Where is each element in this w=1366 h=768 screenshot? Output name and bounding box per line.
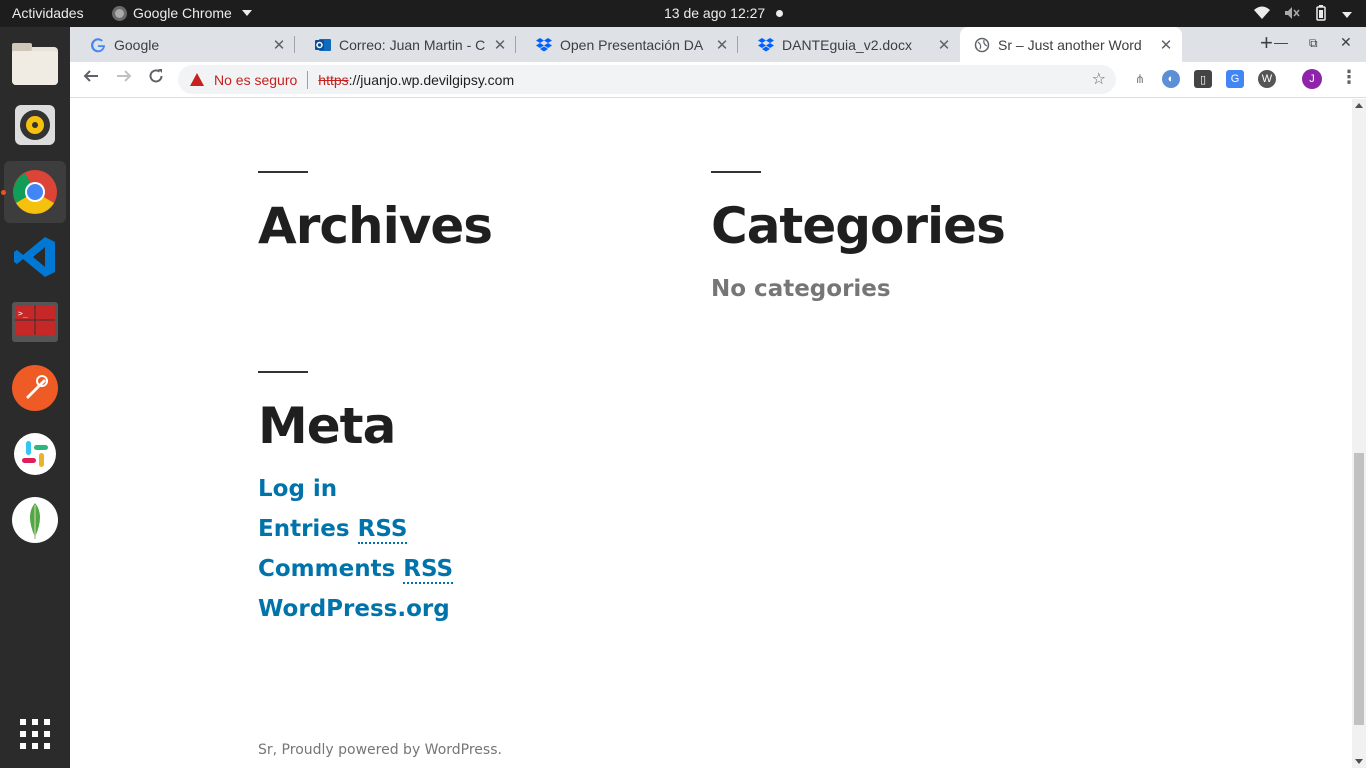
system-tray[interactable] — [1254, 5, 1352, 24]
back-icon[interactable] — [83, 68, 99, 89]
address-bar[interactable]: No es seguro https ://juanjo.wp.devilgip… — [178, 65, 1116, 94]
minimize-icon[interactable]: — — [1274, 34, 1288, 50]
chrome-app-icon — [112, 5, 127, 21]
app-menu-label: Google Chrome — [133, 5, 232, 21]
app-menu[interactable]: Google Chrome — [112, 5, 252, 21]
svg-text:>_: >_ — [18, 309, 28, 318]
entries-rss-prefix: Entries — [258, 516, 358, 542]
reload-icon[interactable] — [148, 68, 164, 89]
extension-blue-icon[interactable]: ◐ — [1162, 70, 1180, 88]
tab-title: Open Presentación DA — [560, 36, 704, 53]
new-tab-button[interactable]: + — [1260, 30, 1273, 56]
meta-title: Meta — [258, 397, 396, 455]
comments-rss-link[interactable]: Comments RSS — [258, 556, 454, 584]
volume-muted-icon — [1284, 6, 1300, 23]
postman-icon[interactable] — [4, 357, 66, 419]
not-secure-label[interactable]: No es seguro — [214, 72, 297, 88]
battery-icon — [1314, 5, 1328, 24]
chrome-icon[interactable] — [4, 161, 66, 223]
rss-abbr: RSS — [403, 556, 454, 584]
wifi-icon — [1254, 6, 1270, 23]
url-scheme: https — [318, 71, 349, 88]
terminal-icon[interactable]: >_ — [4, 291, 66, 353]
close-window-icon[interactable]: ✕ — [1340, 34, 1352, 51]
dropdown-arrow-icon — [241, 10, 252, 16]
system-top-bar: Actividades Google Chrome 13 de ago 12:2… — [0, 0, 1366, 27]
translate-extension-icon[interactable]: G — [1226, 70, 1244, 88]
clock[interactable]: 13 de ago 12:27 — [664, 5, 765, 21]
activities-button[interactable]: Actividades — [12, 5, 84, 21]
files-icon[interactable] — [4, 33, 66, 95]
scrollbar-thumb[interactable] — [1354, 453, 1364, 725]
notification-dot-icon — [776, 10, 783, 17]
tab-title: Correo: Juan Martin - C — [339, 36, 486, 53]
close-tab-icon[interactable]: ✕ — [934, 36, 954, 54]
archives-rule — [258, 171, 308, 173]
omnibox-divider — [307, 70, 309, 89]
dropbox-icon — [536, 37, 552, 53]
categories-rule — [711, 171, 761, 173]
scroll-down-icon[interactable] — [1355, 759, 1363, 764]
mongodb-icon[interactable] — [4, 489, 66, 551]
page-scrollbar[interactable] — [1352, 99, 1366, 768]
tab-danteguia[interactable]: DANTEguia_v2.docx ✕ — [738, 27, 960, 62]
archives-title: Archives — [258, 197, 493, 255]
scroll-up-icon[interactable] — [1355, 103, 1363, 108]
forward-icon[interactable] — [116, 68, 132, 89]
site-footer[interactable]: Sr, Proudly powered by WordPress. — [258, 742, 502, 758]
tab-sr-active[interactable]: Sr – Just another Word ✕ — [960, 27, 1182, 62]
tab-correo[interactable]: Correo: Juan Martin - C ✕ — [295, 27, 516, 62]
categories-title: Categories — [711, 197, 1006, 255]
globe-icon — [974, 37, 990, 53]
close-tab-icon[interactable]: ✕ — [1156, 36, 1176, 54]
chrome-menu-icon[interactable]: ⋮ — [1340, 67, 1358, 88]
rss-abbr: RSS — [357, 516, 408, 544]
close-tab-icon[interactable]: ✕ — [490, 36, 510, 54]
url-host: ://juanjo.wp.devilgipsy.com — [348, 71, 515, 88]
sitemap-extension-icon[interactable]: ⋔ — [1131, 70, 1149, 88]
dock: >_ — [0, 27, 70, 768]
tab-presentacion[interactable]: Open Presentación DA ✕ — [516, 27, 738, 62]
meta-rule — [258, 371, 308, 373]
system-menu-arrow-icon — [1342, 7, 1352, 22]
entries-rss-link[interactable]: Entries RSS — [258, 516, 408, 544]
close-tab-icon[interactable]: ✕ — [712, 36, 732, 54]
google-icon — [90, 37, 106, 53]
bookmark-star-icon[interactable]: ☆ — [1092, 69, 1106, 89]
no-categories-text: No categories — [711, 276, 891, 302]
close-tab-icon[interactable]: ✕ — [269, 36, 289, 54]
tab-title: Sr – Just another Word — [998, 36, 1142, 53]
tab-strip: Google ✕ Correo: Juan Martin - C ✕ Open … — [70, 27, 1366, 62]
tab-google[interactable]: Google ✕ — [70, 27, 295, 62]
profile-avatar[interactable]: J — [1302, 69, 1322, 89]
rhythmbox-icon[interactable] — [4, 94, 66, 156]
running-indicator — [1, 190, 6, 195]
outlook-icon — [315, 37, 331, 53]
vscode-icon[interactable] — [4, 226, 66, 288]
login-link[interactable]: Log in — [258, 476, 337, 502]
comments-rss-prefix: Comments — [258, 556, 404, 582]
wordpress-extension-icon[interactable]: W — [1258, 70, 1276, 88]
apps-grid-icon[interactable] — [4, 703, 66, 765]
warning-icon — [190, 73, 204, 86]
wordpress-org-link[interactable]: WordPress.org — [258, 596, 450, 622]
extension-dark-icon[interactable]: ▯ — [1194, 70, 1212, 88]
dropbox-icon — [758, 37, 774, 53]
maximize-icon[interactable]: ⧉ — [1309, 36, 1318, 51]
browser-toolbar: No es seguro https ://juanjo.wp.devilgip… — [70, 62, 1366, 98]
tab-title: Google — [114, 36, 160, 53]
slack-icon[interactable] — [4, 423, 66, 485]
web-page: Archives Categories No categories Meta L… — [70, 99, 1352, 768]
tab-title: DANTEguia_v2.docx — [782, 36, 912, 53]
